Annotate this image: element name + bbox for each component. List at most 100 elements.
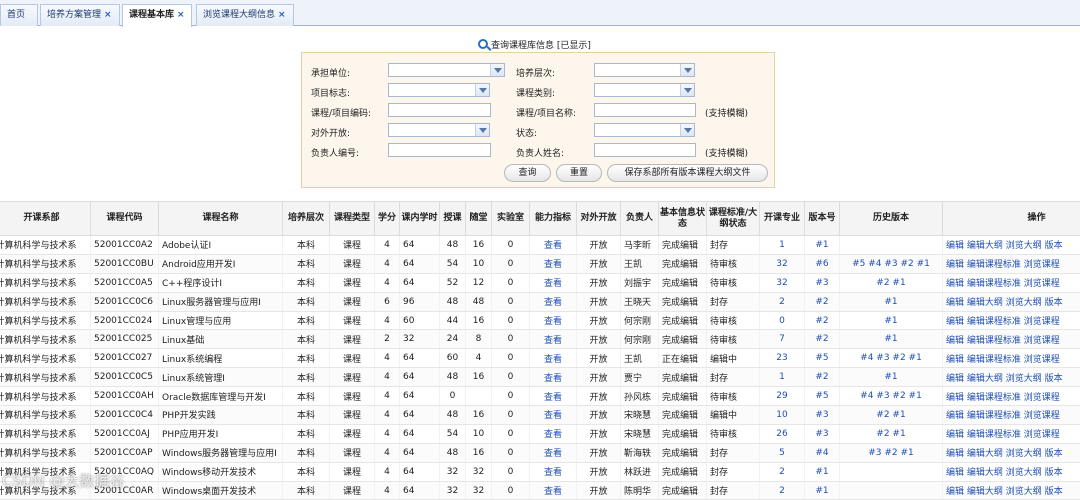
major-count-link[interactable]: 2 [760, 481, 805, 500]
history-versions[interactable]: #2 #1 [840, 406, 943, 425]
version-link[interactable]: #5 [805, 387, 840, 406]
tab-browse-syllabus[interactable]: 浏览课程大纲信息× [196, 4, 294, 26]
major-count-link[interactable]: 23 [760, 349, 805, 368]
major-count-link[interactable]: 26 [760, 424, 805, 443]
row-actions[interactable]: 编辑 编辑大纲 浏览大纲 版本 [943, 481, 1080, 500]
reset-button[interactable]: 重置 [556, 164, 602, 182]
row-actions[interactable]: 编辑 编辑课程标准 浏览课程 [943, 254, 1080, 273]
version-link[interactable]: #6 [805, 254, 840, 273]
syllabus-status-cell: 封存 [707, 481, 760, 500]
close-icon[interactable]: × [278, 10, 286, 20]
course-code-cell: 52001CC0C4 [91, 406, 159, 425]
ability-link[interactable]: 查看 [530, 292, 577, 311]
version-link[interactable]: #1 [805, 481, 840, 500]
tab-course-library[interactable]: 课程基本库× [122, 4, 192, 27]
row-actions[interactable]: 编辑 编辑大纲 浏览大纲 版本 [943, 368, 1080, 387]
status-select[interactable] [594, 123, 695, 137]
version-link[interactable]: #3 [805, 406, 840, 425]
close-icon[interactable]: × [104, 10, 112, 20]
row-actions[interactable]: 编辑 编辑课程标准 浏览课程 [943, 330, 1080, 349]
ability-link[interactable]: 查看 [530, 481, 577, 500]
version-link[interactable]: #2 [805, 292, 840, 311]
version-link[interactable]: #2 [805, 311, 840, 330]
owner-name-input[interactable] [594, 143, 696, 157]
flag-select[interactable] [388, 83, 490, 97]
major-count-link[interactable]: 10 [760, 406, 805, 425]
close-icon[interactable]: × [177, 10, 185, 20]
name-input[interactable] [594, 103, 696, 117]
ability-link[interactable]: 查看 [530, 330, 577, 349]
history-versions[interactable]: #2 #1 [840, 273, 943, 292]
version-link[interactable]: #3 [805, 424, 840, 443]
history-versions[interactable]: #1 [840, 311, 943, 330]
category-select[interactable] [594, 83, 695, 97]
history-versions[interactable]: #4 #3 #2 #1 [840, 349, 943, 368]
major-count-link[interactable]: 0 [760, 311, 805, 330]
ability-link[interactable]: 查看 [530, 387, 577, 406]
owner-id-input[interactable] [388, 143, 491, 157]
version-link[interactable]: #1 [805, 462, 840, 481]
ability-link[interactable]: 查看 [530, 443, 577, 462]
open-select[interactable] [388, 123, 490, 137]
major-count-link[interactable]: 32 [760, 254, 805, 273]
row-actions[interactable]: 编辑 编辑课程标准 浏览课程 [943, 349, 1080, 368]
history-versions[interactable]: #1 [840, 330, 943, 349]
history-versions[interactable] [840, 236, 943, 255]
syllabus-status-cell: 封存 [707, 443, 760, 462]
row-actions[interactable]: 编辑 编辑课程标准 浏览课程 [943, 406, 1080, 425]
ability-link[interactable]: 查看 [530, 236, 577, 255]
hours-cell: 96 [400, 292, 440, 311]
unit-select[interactable] [388, 63, 505, 77]
ability-link[interactable]: 查看 [530, 349, 577, 368]
row-actions[interactable]: 编辑 编辑课程标准 浏览课程 [943, 387, 1080, 406]
ability-link[interactable]: 查看 [530, 462, 577, 481]
code-input[interactable] [388, 103, 491, 117]
history-versions[interactable]: #3 #2 #1 [840, 443, 943, 462]
row-actions[interactable]: 编辑 编辑大纲 浏览大纲 版本 [943, 236, 1080, 255]
level-select[interactable] [594, 63, 695, 77]
major-count-link[interactable]: 2 [760, 292, 805, 311]
column-header: 课程代码 [91, 202, 159, 236]
tab-home[interactable]: 首页 [0, 4, 38, 26]
major-count-link[interactable]: 2 [760, 462, 805, 481]
major-count-link[interactable]: 1 [760, 368, 805, 387]
version-link[interactable]: #4 [805, 443, 840, 462]
ability-link[interactable]: 查看 [530, 368, 577, 387]
history-versions[interactable]: #5 #4 #3 #2 #1 [840, 254, 943, 273]
row-actions[interactable]: 编辑 编辑大纲 浏览大纲 版本 [943, 462, 1080, 481]
ability-link[interactable]: 查看 [530, 273, 577, 292]
history-versions[interactable] [840, 481, 943, 500]
version-link[interactable]: #1 [805, 236, 840, 255]
history-versions[interactable] [840, 462, 943, 481]
ability-link[interactable]: 查看 [530, 254, 577, 273]
lecture-cell: 48 [440, 406, 466, 425]
major-count-link[interactable]: 32 [760, 273, 805, 292]
query-toggle[interactable]: 查询课程库信息 [已显示] [478, 38, 591, 51]
row-actions[interactable]: 编辑 编辑课程标准 浏览课程 [943, 311, 1080, 330]
history-versions[interactable]: #4 #3 #2 #1 [840, 387, 943, 406]
tab-training-plan[interactable]: 培养方案管理× [40, 4, 120, 26]
row-actions[interactable]: 编辑 编辑课程标准 浏览课程 [943, 273, 1080, 292]
history-versions[interactable]: #1 [840, 292, 943, 311]
ability-link[interactable]: 查看 [530, 406, 577, 425]
search-button[interactable]: 查询 [504, 164, 551, 182]
major-count-link[interactable]: 5 [760, 443, 805, 462]
type-cell: 课程 [330, 311, 375, 330]
tab-label: 培养方案管理 [47, 10, 101, 20]
search-icon [478, 39, 488, 49]
row-actions[interactable]: 编辑 编辑大纲 浏览大纲 版本 [943, 443, 1080, 462]
major-count-link[interactable]: 29 [760, 387, 805, 406]
major-count-link[interactable]: 1 [760, 236, 805, 255]
save-all-syllabus-button[interactable]: 保存系部所有版本课程大纲文件 [607, 164, 768, 182]
version-link[interactable]: #5 [805, 349, 840, 368]
row-actions[interactable]: 编辑 编辑大纲 浏览大纲 版本 [943, 292, 1080, 311]
ability-link[interactable]: 查看 [530, 424, 577, 443]
history-versions[interactable]: #2 #1 [840, 424, 943, 443]
version-link[interactable]: #3 [805, 273, 840, 292]
major-count-link[interactable]: 7 [760, 330, 805, 349]
row-actions[interactable]: 编辑 编辑课程标准 浏览课程 [943, 424, 1080, 443]
version-link[interactable]: #2 [805, 368, 840, 387]
version-link[interactable]: #2 [805, 330, 840, 349]
ability-link[interactable]: 查看 [530, 311, 577, 330]
history-versions[interactable]: #1 [840, 368, 943, 387]
